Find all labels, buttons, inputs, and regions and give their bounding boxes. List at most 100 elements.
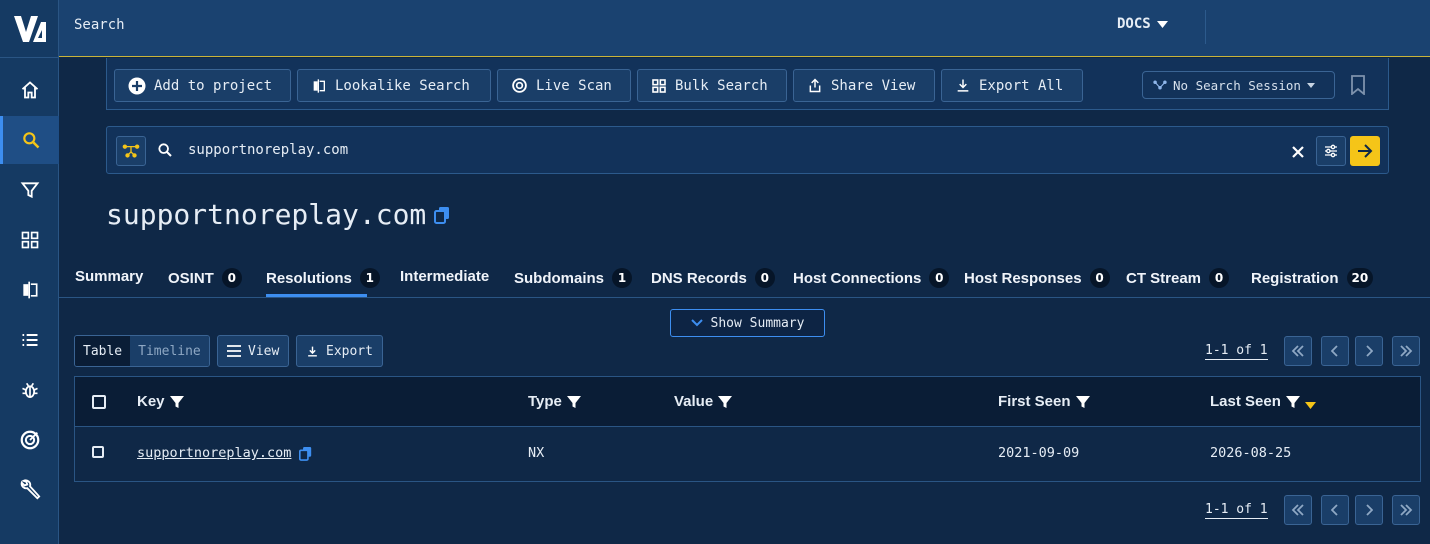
column-header-value[interactable]: Value [674, 393, 733, 410]
search-options-button[interactable] [1316, 136, 1346, 166]
table-row: supportnoreplay.com NX 2021-09-09 2026-0… [75, 427, 1420, 482]
sidebar-item-bugs[interactable] [0, 366, 59, 414]
caret-down-icon [1156, 20, 1168, 28]
first-page-button[interactable] [1284, 336, 1312, 366]
chevrons-left-icon [1291, 504, 1304, 516]
lookalike-label: Lookalike Search [335, 77, 470, 94]
tab-subdomains[interactable]: Subdomains 1 [514, 268, 633, 288]
select-all-checkbox[interactable] [92, 395, 106, 409]
tab-host-responses[interactable]: Host Responses 0 [964, 268, 1110, 288]
bookmark-button[interactable] [1350, 75, 1366, 99]
filter-icon[interactable] [1285, 395, 1300, 409]
row-checkbox[interactable] [92, 446, 104, 458]
table-mode-button[interactable]: Table [75, 336, 131, 366]
key-link[interactable]: supportnoreplay.com [137, 445, 291, 461]
page-title-text: supportnoreplay.com [106, 198, 427, 231]
copy-icon[interactable] [299, 446, 312, 461]
sidebar-item-search[interactable] [0, 116, 59, 164]
copy-icon[interactable] [434, 206, 450, 224]
last-seen-cell: 2026-08-25 [1210, 445, 1292, 461]
chevron-right-icon [1366, 345, 1373, 357]
bulk-search-button[interactable]: Bulk Search [637, 69, 787, 102]
tab-count-badge: 0 [1209, 268, 1230, 288]
column-label: First Seen [998, 393, 1071, 410]
tab-ct-stream[interactable]: CT Stream 0 [1126, 268, 1230, 288]
share-view-label: Share View [831, 77, 916, 94]
share-view-button[interactable]: Share View [793, 69, 935, 102]
logo[interactable] [0, 0, 59, 58]
search-session-select[interactable]: No Search Session [1142, 71, 1335, 99]
search-mode-button[interactable] [116, 136, 146, 166]
sidebar-item-home[interactable] [0, 66, 59, 114]
add-to-project-button[interactable]: Add to project [114, 69, 291, 102]
plus-circle-icon [128, 77, 146, 94]
timeline-mode-button[interactable]: Timeline [130, 336, 209, 366]
show-summary-button[interactable]: Show Summary [670, 309, 825, 337]
tab-resolutions[interactable]: Resolutions 1 [266, 268, 380, 288]
sidebar-item-scan[interactable] [0, 416, 59, 464]
sliders-icon [1325, 144, 1337, 158]
export-button[interactable]: Export [296, 335, 383, 367]
bulk-search-label: Bulk Search [675, 77, 768, 94]
first-page-button-bottom[interactable] [1284, 495, 1312, 525]
tab-label: Summary [75, 268, 144, 285]
sidebar-item-compare[interactable] [0, 266, 59, 314]
sidebar-item-tools[interactable] [0, 466, 59, 514]
tab-label: Host Connections [793, 269, 922, 287]
filter-icon [20, 182, 39, 199]
view-label: View [248, 343, 280, 359]
download-icon [308, 346, 317, 357]
tab-dns-records[interactable]: DNS Records 0 [651, 268, 775, 288]
tab-host-connections[interactable]: Host Connections 0 [793, 268, 950, 288]
tab-intermediate[interactable]: Intermediate [400, 268, 489, 285]
column-header-first-seen[interactable]: First Seen [998, 393, 1090, 410]
live-scan-button[interactable]: Live Scan [497, 69, 631, 102]
column-header-type[interactable]: Type [528, 393, 581, 410]
tab-count-badge: 0 [221, 268, 242, 288]
search-input[interactable]: supportnoreplay.com [188, 142, 348, 158]
view-button[interactable]: View [217, 335, 290, 367]
search-submit-button[interactable] [1350, 136, 1380, 166]
filter-icon[interactable] [1075, 395, 1090, 409]
sidebar-item-dashboard[interactable] [0, 216, 59, 264]
tab-label: Resolutions [266, 269, 352, 287]
tab-osint[interactable]: OSINT 0 [168, 268, 242, 288]
filter-icon[interactable] [169, 395, 184, 409]
grid-icon [652, 78, 666, 93]
sidebar-item-list[interactable] [0, 316, 59, 364]
sort-desc-icon[interactable] [1304, 402, 1316, 409]
live-scan-label: Live Scan [536, 77, 612, 94]
last-page-button-bottom[interactable] [1392, 495, 1420, 525]
docs-menu[interactable]: DOCS [1117, 16, 1168, 32]
pagination-info-bottom: 1-1 of 1 [1205, 502, 1268, 519]
tab-summary[interactable]: Summary [75, 268, 143, 285]
filter-icon[interactable] [566, 395, 581, 409]
prev-page-button[interactable] [1321, 336, 1349, 366]
tab-count-badge: 0 [754, 268, 775, 288]
compare-icon [313, 78, 325, 93]
next-page-button-bottom[interactable] [1355, 495, 1383, 525]
filter-icon[interactable] [718, 395, 733, 409]
column-label: Key [137, 393, 165, 410]
tab-label: OSINT [168, 269, 214, 287]
prev-page-button-bottom[interactable] [1321, 495, 1349, 525]
lookalike-search-button[interactable]: Lookalike Search [297, 69, 491, 102]
network-icon [1153, 80, 1167, 90]
tab-label: Intermediate [400, 268, 490, 285]
last-page-button[interactable] [1392, 336, 1420, 366]
export-all-button[interactable]: Export All [941, 69, 1083, 102]
download-icon [957, 79, 969, 92]
column-header-last-seen[interactable]: Last Seen [1210, 393, 1316, 410]
tab-registration[interactable]: Registration 20 [1251, 268, 1374, 288]
next-page-button[interactable] [1355, 336, 1383, 366]
chevrons-right-icon [1400, 504, 1413, 516]
arrow-right-icon [1358, 144, 1373, 158]
resolutions-table: Key Type Value First Seen Last Seen supp… [74, 376, 1421, 482]
share-icon [809, 78, 821, 93]
view-mode-toggle: Table Timeline [74, 335, 210, 367]
column-header-key[interactable]: Key [137, 393, 184, 410]
home-icon [21, 81, 38, 99]
sidebar-item-filter[interactable] [0, 166, 59, 214]
action-toolbar: Add to project Lookalike Search Live Sca… [106, 58, 1389, 110]
clear-search-button[interactable] [1292, 143, 1304, 162]
